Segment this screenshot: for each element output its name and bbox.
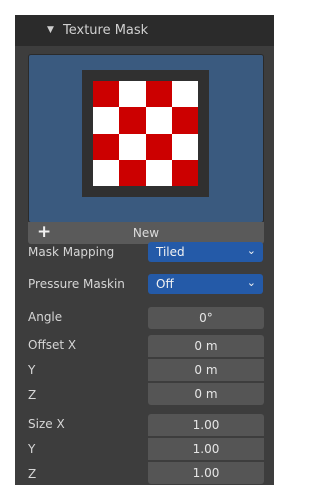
new-texture-button[interactable]: + New — [28, 222, 264, 244]
mask-mapping-dropdown[interactable]: Tiled ⌄ — [148, 242, 263, 262]
checker-pattern — [93, 81, 198, 186]
size-x-field[interactable]: 1.00 — [148, 414, 264, 436]
collapse-triangle-icon[interactable]: ▼ — [47, 25, 54, 35]
angle-field[interactable]: 0° — [148, 307, 264, 329]
size-y-label: Y — [28, 442, 36, 456]
checker-thumbnail — [82, 70, 209, 197]
offset-x-label: Offset X — [28, 338, 77, 352]
chevron-down-icon: ⌄ — [246, 276, 256, 289]
chevron-down-icon: ⌄ — [246, 244, 256, 257]
size-y-field[interactable]: 1.00 — [148, 438, 264, 460]
mask-mapping-label: Mask Mapping — [28, 245, 115, 259]
panel-header[interactable]: ▼ Texture Mask — [15, 15, 274, 46]
offset-y-field[interactable]: 0 m — [148, 359, 264, 381]
size-z-label: Z — [28, 467, 37, 481]
pressure-masking-label: Pressure Maskin — [28, 277, 125, 291]
pressure-masking-value: Off — [156, 277, 174, 291]
size-z-field[interactable]: 1.00 — [148, 462, 264, 484]
pressure-masking-dropdown[interactable]: Off ⌄ — [148, 274, 263, 294]
size-x-label: Size X — [28, 417, 65, 431]
texture-preview[interactable] — [28, 54, 264, 223]
offset-z-field[interactable]: 0 m — [148, 383, 264, 405]
mask-mapping-value: Tiled — [156, 245, 185, 259]
angle-label: Angle — [28, 310, 63, 324]
offset-z-label: Z — [28, 388, 37, 402]
offset-x-field[interactable]: 0 m — [148, 335, 264, 357]
offset-y-label: Y — [28, 363, 36, 377]
new-texture-label: New — [132, 226, 160, 240]
panel-title: Texture Mask — [63, 23, 149, 38]
texture-mask-panel: ▼ Texture Mask + New Mask Mapping Tiled … — [15, 15, 274, 485]
